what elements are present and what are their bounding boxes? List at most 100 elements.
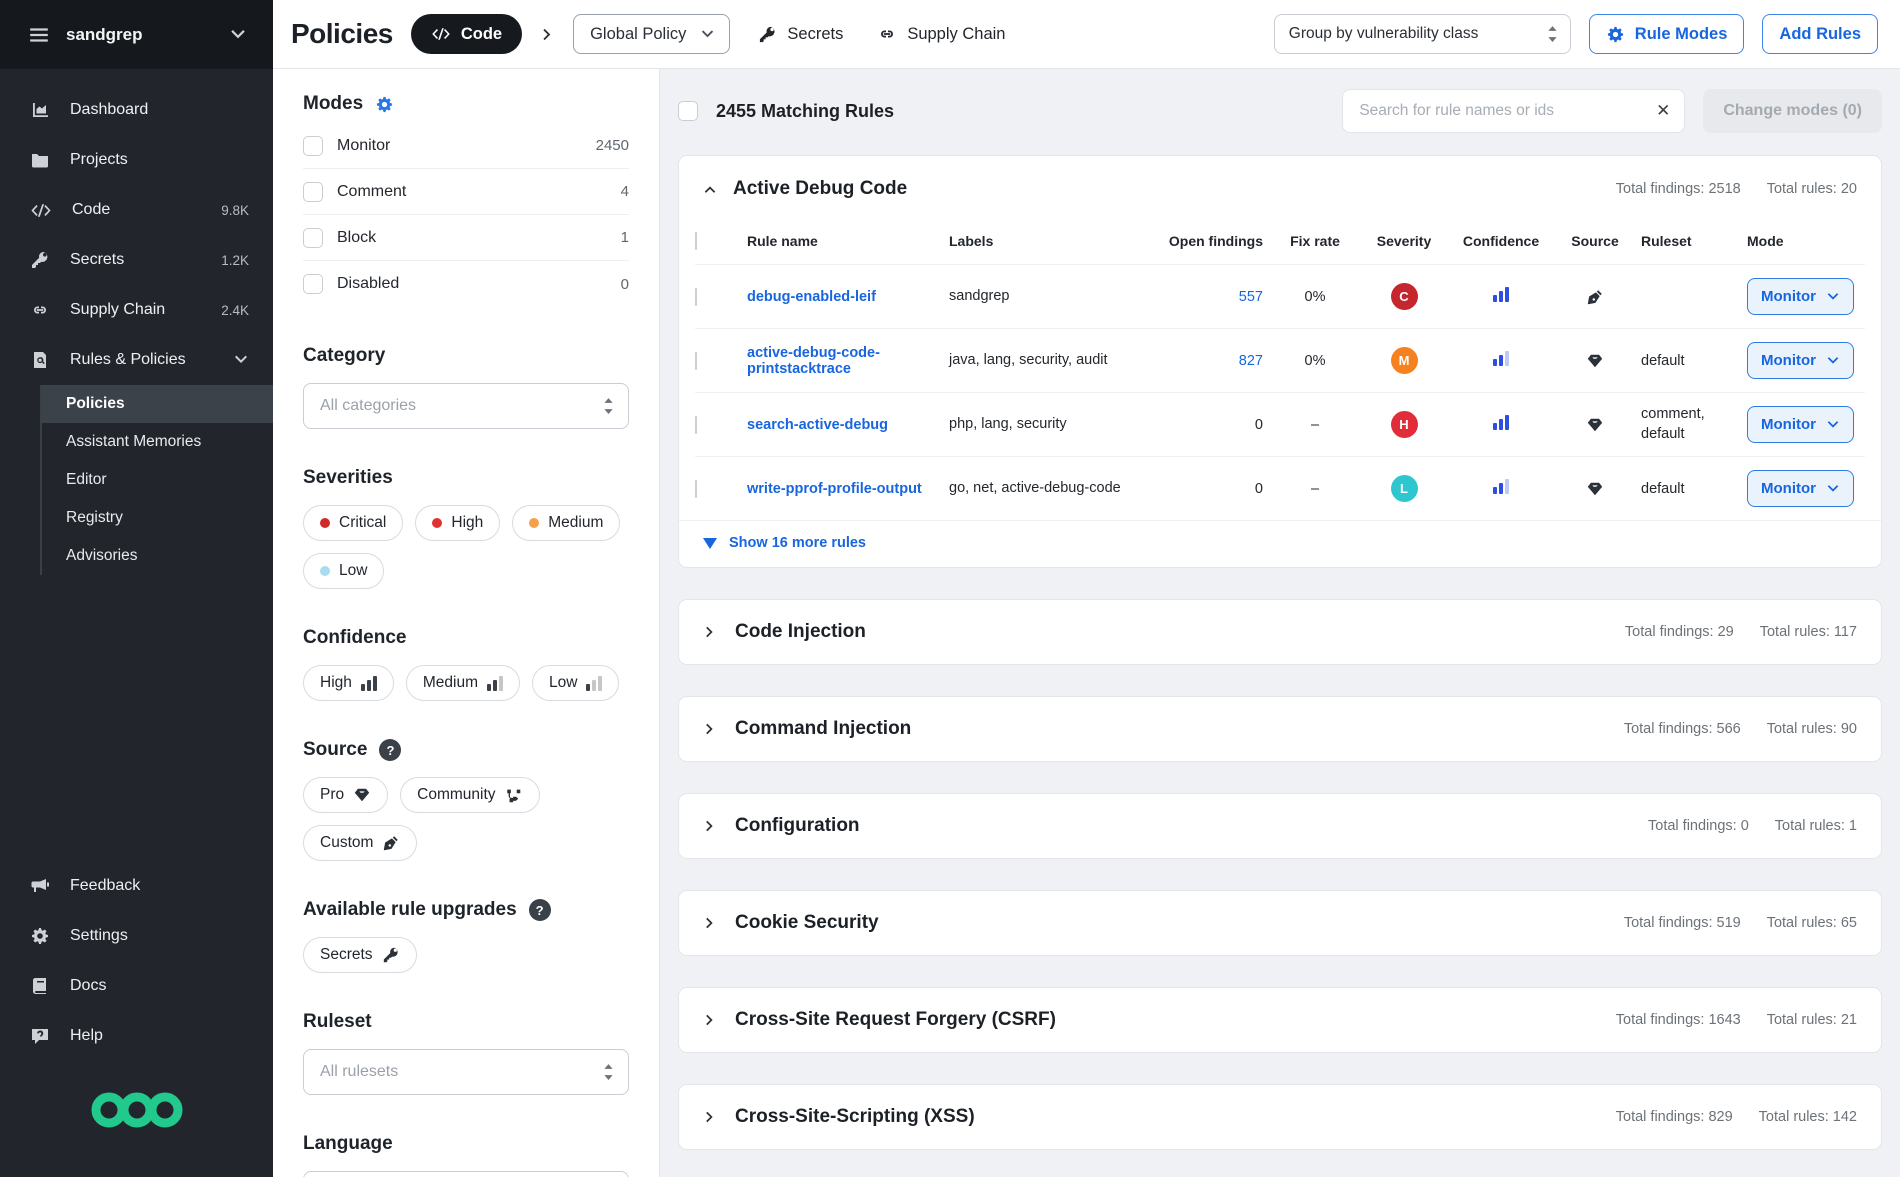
add-rules-button[interactable]: Add Rules — [1762, 14, 1878, 54]
upgrades-chip-secrets[interactable]: Secrets — [303, 937, 417, 973]
gear-icon[interactable] — [375, 95, 394, 114]
chevron-right-icon[interactable] — [703, 1110, 717, 1124]
sidebar-subitem-editor[interactable]: Editor — [42, 461, 273, 499]
group-title: Code Injection — [735, 621, 1607, 643]
sidebar-item-feedback[interactable]: Feedback — [0, 861, 273, 911]
source-chip-community[interactable]: Community — [400, 777, 539, 813]
source-title-text: Source — [303, 739, 367, 761]
sidebar-item-supply-chain[interactable]: Supply Chain 2.4K — [0, 285, 273, 335]
sidebar-subitem-policies[interactable]: Policies — [42, 385, 273, 423]
confidence-chip-low[interactable]: Low — [532, 665, 619, 701]
group-select-checkbox[interactable] — [695, 232, 697, 250]
confidence-chip-high[interactable]: High — [303, 665, 394, 701]
show-more-label: Show 16 more rules — [729, 535, 866, 551]
rule-name-link[interactable]: write-pprof-profile-output — [747, 481, 941, 497]
mode-filter-monitor[interactable]: Monitor 2450 — [303, 123, 629, 169]
circle-question-icon[interactable]: ? — [529, 899, 551, 921]
sidebar-subitem-registry[interactable]: Registry — [42, 499, 273, 537]
mode-dropdown[interactable]: Monitor — [1747, 470, 1854, 507]
severity-chip-high[interactable]: High — [415, 505, 500, 541]
gear-icon — [30, 926, 50, 946]
sidebar-item-settings[interactable]: Settings — [0, 911, 273, 961]
severity-chip-medium[interactable]: Medium — [512, 505, 620, 541]
sidebar-subitem-advisories[interactable]: Advisories — [42, 537, 273, 575]
chevron-right-icon[interactable] — [703, 1013, 717, 1027]
col-source: Source — [1571, 233, 1618, 249]
secrets-tab[interactable]: Secrets — [758, 25, 843, 44]
severity-chip-low[interactable]: Low — [303, 553, 384, 589]
org-switcher[interactable]: sandgrep — [0, 0, 273, 69]
group-card-configuration[interactable]: Configuration Total findings: 0Total rul… — [678, 793, 1882, 859]
sidebar-item-projects[interactable]: Projects — [0, 135, 273, 185]
checkbox[interactable] — [303, 274, 323, 294]
group-card-csrf[interactable]: Cross-Site Request Forgery (CSRF) Total … — [678, 987, 1882, 1053]
ruleset-select[interactable]: All rulesets — [303, 1049, 629, 1095]
group-header[interactable]: Active Debug Code Total findings: 2518 T… — [679, 156, 1881, 218]
chevron-up-icon[interactable] — [703, 182, 717, 196]
select-all-checkbox[interactable] — [678, 101, 698, 121]
group-by-select[interactable]: Group by vulnerability class — [1274, 14, 1571, 54]
category-select[interactable]: All categories — [303, 383, 629, 429]
severity-chip-critical[interactable]: Critical — [303, 505, 403, 541]
sidebar-item-rules-policies[interactable]: Rules & Policies — [0, 335, 273, 385]
open-findings-link[interactable]: 827 — [1239, 353, 1267, 369]
megaphone-icon — [30, 876, 50, 896]
help-bubble-icon — [30, 1026, 50, 1046]
row-checkbox[interactable] — [695, 352, 697, 370]
supply-chain-tab[interactable]: Supply Chain — [877, 24, 1005, 44]
chevron-right-icon[interactable] — [703, 916, 717, 930]
rule-name-link[interactable]: search-active-debug — [747, 417, 941, 433]
row-checkbox[interactable] — [695, 416, 697, 434]
show-more-rules[interactable]: Show 16 more rules — [679, 520, 1881, 567]
group-card-cookie-security[interactable]: Cookie Security Total findings: 519Total… — [678, 890, 1882, 956]
change-modes-button[interactable]: Change modes (0) — [1703, 89, 1882, 133]
sidebar-item-label: Settings — [70, 927, 249, 945]
hamburger-icon[interactable] — [28, 24, 50, 46]
table-header-row: Rule name Labels Open findings Fix rate … — [695, 218, 1865, 264]
chevron-right-icon[interactable] — [703, 722, 717, 736]
chevron-down-icon[interactable] — [229, 26, 247, 44]
checkbox[interactable] — [303, 182, 323, 202]
sidebar-item-docs[interactable]: Docs — [0, 961, 273, 1011]
chevron-down-icon[interactable] — [233, 352, 249, 368]
sidebar-item-code[interactable]: Code 9.8K — [0, 185, 273, 235]
checkbox[interactable] — [303, 136, 323, 156]
group-card-command-injection[interactable]: Command Injection Total findings: 566Tot… — [678, 696, 1882, 762]
sidebar-item-label: Code — [72, 201, 201, 219]
source-chip-custom[interactable]: Custom — [303, 825, 417, 861]
group-card-xss[interactable]: Cross-Site-Scripting (XSS) Total finding… — [678, 1084, 1882, 1150]
mode-dropdown[interactable]: Monitor — [1747, 406, 1854, 443]
row-checkbox[interactable] — [695, 288, 697, 306]
search-input[interactable] — [1359, 102, 1646, 120]
sidebar-item-help[interactable]: Help — [0, 1011, 273, 1061]
upgrades-section-title: Available rule upgrades ? — [303, 899, 629, 921]
checkbox[interactable] — [303, 228, 323, 248]
col-mode: Mode — [1747, 233, 1865, 249]
code-product-pill[interactable]: Code — [411, 14, 522, 54]
mode-filter-block[interactable]: Block 1 — [303, 215, 629, 261]
sidebar-item-secrets[interactable]: Secrets 1.2K — [0, 235, 273, 285]
open-findings-link[interactable]: 557 — [1239, 289, 1267, 305]
policy-select[interactable]: Global Policy — [573, 14, 730, 54]
rule-name-link[interactable]: active-debug-code-printstacktrace — [747, 345, 941, 377]
sidebar-subitem-assistant-memories[interactable]: Assistant Memories — [42, 423, 273, 461]
row-checkbox[interactable] — [695, 480, 697, 498]
mode-filter-disabled[interactable]: Disabled 0 — [303, 261, 629, 307]
rule-modes-button[interactable]: Rule Modes — [1589, 14, 1745, 54]
mode-dropdown[interactable]: Monitor — [1747, 342, 1854, 379]
rule-name-link[interactable]: debug-enabled-leif — [747, 289, 941, 305]
confidence-chip-medium[interactable]: Medium — [406, 665, 520, 701]
chevron-right-icon[interactable] — [703, 819, 717, 833]
total-findings: Total findings: 829 — [1616, 1109, 1733, 1125]
clear-search-icon[interactable]: ✕ — [1656, 101, 1670, 121]
sidebar-item-dashboard[interactable]: Dashboard — [0, 85, 273, 135]
group-card-code-injection[interactable]: Code Injection Total findings: 29Total r… — [678, 599, 1882, 665]
mode-filter-comment[interactable]: Comment 4 — [303, 169, 629, 215]
circle-question-icon[interactable]: ? — [379, 739, 401, 761]
source-chip-pro[interactable]: Pro — [303, 777, 388, 813]
chevron-right-icon[interactable] — [703, 625, 717, 639]
mode-dropdown[interactable]: Monitor — [1747, 278, 1854, 315]
language-select[interactable]: All languages — [303, 1171, 629, 1177]
severity-badge: L — [1391, 475, 1418, 502]
ruleset-select-value: All rulesets — [320, 1063, 398, 1081]
